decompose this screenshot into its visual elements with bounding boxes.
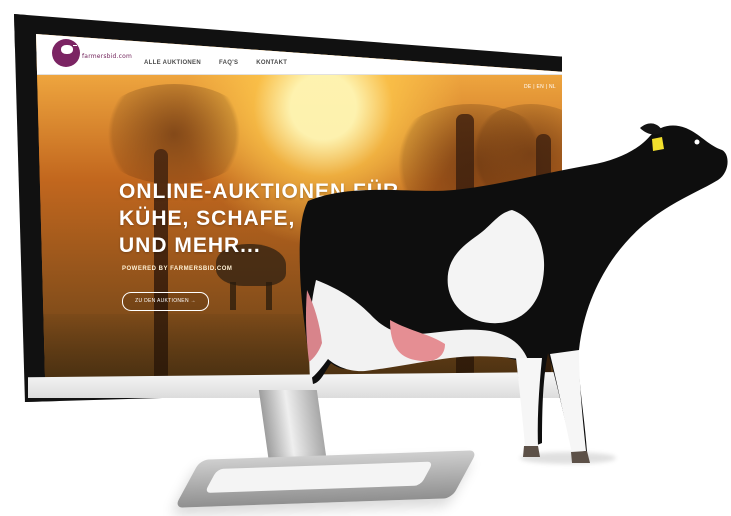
- cow-shadow: [520, 452, 616, 464]
- cow-ear: [640, 123, 663, 135]
- tree-canopy: [94, 84, 254, 184]
- monitor-frame: farmersbid.com ALLE AUKTIONEN FAQ'S KONT…: [14, 14, 562, 402]
- main-navigation: ALLE AUKTIONEN FAQ'S KONTAKT: [144, 60, 287, 66]
- cow-eye: [694, 139, 700, 145]
- site-header: farmersbid.com ALLE AUKTIONEN FAQ'S KONT…: [36, 34, 562, 75]
- logo-text[interactable]: farmersbid.com: [82, 53, 132, 60]
- monitor-stand-base: [174, 450, 478, 508]
- nav-item-contact[interactable]: KONTAKT: [256, 60, 287, 66]
- nav-item-all-auctions[interactable]: ALLE AUKTIONEN: [144, 60, 201, 66]
- to-auctions-button[interactable]: ZU DEN AUKTIONEN →: [122, 292, 209, 311]
- language-switch[interactable]: DE | EN | NL: [524, 84, 556, 90]
- ear-tag: [652, 137, 664, 151]
- website-screen: farmersbid.com ALLE AUKTIONEN FAQ'S KONT…: [36, 34, 562, 398]
- hero-subtitle: POWERED BY FARMERSBID.COM: [122, 266, 233, 272]
- hero-title: ONLINE-AUKTIONEN FÜR KÜHE, SCHAFE, SCHWE…: [119, 180, 424, 257]
- nav-item-faq[interactable]: FAQ'S: [219, 60, 238, 66]
- cow-logo-icon[interactable]: [52, 39, 80, 67]
- monitor-and-cow-scene: farmersbid.com ALLE AUKTIONEN FAQ'S KONT…: [0, 0, 731, 516]
